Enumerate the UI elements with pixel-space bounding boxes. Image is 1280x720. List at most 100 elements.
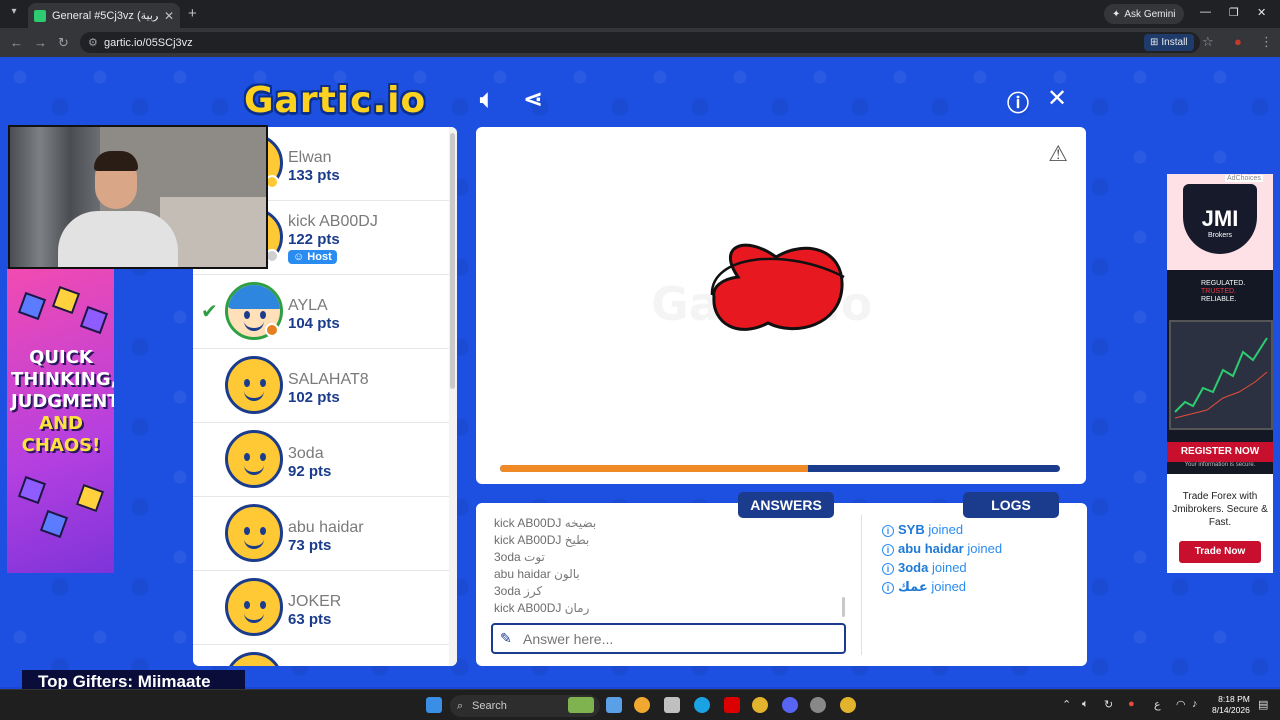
player-row[interactable]: ✔ AYLA 104 pts [193,275,449,349]
app-icon[interactable] [634,697,650,713]
speaker-tray-icon[interactable]: 🔈︎ [1082,698,1089,711]
gartic-favicon-icon [34,9,46,22]
back-icon[interactable]: ← [10,35,23,50]
tray-chevron-icon[interactable]: ⌃ [1062,698,1071,711]
trade-now-button[interactable]: Trade Now [1179,541,1261,563]
log-info-icon: i [882,544,894,556]
ask-gemini-label: Ask Gemini [1124,8,1176,20]
player-row[interactable]: JOKER 63 pts [193,571,449,645]
start-icon[interactable] [426,697,442,713]
ad-tile-icon [75,483,105,513]
install-app-button[interactable]: ⊞ Install [1144,34,1194,51]
player-avatar [225,356,283,414]
widgets-icon[interactable] [568,697,594,713]
browser-tab-bar: ▾ General #5Cj3vz (العربية) - Gartic ✕ +… [0,0,1280,28]
player-list-scroll-thumb[interactable] [450,133,455,389]
player-avatar [225,430,283,488]
drawing-strokes [710,243,845,331]
register-now-label: REGISTER NOW [1167,442,1273,462]
player-row[interactable]: SALAHAT8 102 pts [193,349,449,423]
player-avatar [225,652,283,666]
taskbar-clock[interactable]: 8:18 PM 8/14/2026 [1212,694,1250,716]
profile-avatar-icon[interactable]: ● [1234,34,1242,49]
jmi-logo: JMI Brokers [1183,184,1257,254]
log-item: i عمك joined [882,577,1082,596]
answer-input[interactable] [491,623,846,654]
adchoices-label[interactable]: AdChoices [1225,175,1263,182]
player-name: kick AB00DJ [288,213,378,230]
player-row-partial[interactable] [193,645,449,666]
answers-list: kick AB00DJ بضيخه kick AB00DJ بطيخ 3oda … [494,515,844,621]
chrome-active-icon[interactable] [840,697,856,713]
edge-icon[interactable] [694,697,710,713]
player-name: Elwan [288,149,332,166]
netflix-icon[interactable] [724,697,740,713]
task-view-icon[interactable] [606,697,622,713]
volume-icon[interactable]: ♪ [1192,698,1198,710]
right-ad-banner[interactable]: JMI Brokers REGULATED. TRUSTED. RELIABLE. R… [1167,174,1273,573]
tab-search-button[interactable]: ▾ [6,6,22,22]
ad-tile-icon [17,475,47,505]
notification-icon[interactable]: ▤ [1258,698,1268,711]
browser-tab[interactable]: General #5Cj3vz (العربية) - Gartic ✕ [28,3,180,28]
host-badge: ☺ Host [288,250,337,264]
store-icon[interactable] [664,697,680,713]
bookmark-star-icon[interactable]: ☆ [1202,34,1214,50]
log-item: i SYB joined [882,520,1082,539]
left-ad-text: QUICK THINKING, JUDGMENT AND CHAOS! [11,347,114,456]
answer-item: 3oda كرز [494,584,543,598]
player-name: SALAHAT8 [288,371,369,388]
search-icon: ⌕ [457,700,464,712]
browser-toolbar: ← → ↻ ⚙ gartic.io/05SCj3vz ☆ ● ⋮ [0,28,1280,57]
player-avatar [225,578,283,636]
install-icon: ⊞ [1150,37,1159,48]
browser-menu-icon[interactable]: ⋮ [1260,34,1273,50]
player-name: AYLA [288,297,328,314]
player-status-dot [265,323,279,337]
close-game-icon[interactable]: ✕ [1047,84,1067,113]
tab-title: General #5Cj3vz (العربية) - Gartic [52,10,158,22]
minimize-icon[interactable]: — [1200,6,1211,18]
wifi-icon[interactable]: ◠ [1176,698,1186,711]
ad-tile-icon [39,509,69,539]
site-info-icon[interactable]: ⚙ [88,36,98,49]
chrome-icon[interactable] [752,697,768,713]
github-icon[interactable] [810,697,826,713]
sound-icon[interactable]: 🔈︎ [480,86,494,114]
ad-tile-icon [79,305,109,335]
language-indicator[interactable]: ع [1154,698,1161,711]
log-info-icon: i [882,525,894,537]
log-info-icon: i [882,582,894,594]
player-points: 92 pts [288,463,332,480]
ask-gemini-button[interactable]: ✦ Ask Gemini [1104,4,1184,24]
pencil-icon: ✎ [500,630,512,646]
player-row[interactable]: 3oda 92 pts [193,423,449,497]
sync-tray-icon[interactable]: ↻ [1104,698,1113,711]
tab-logs[interactable]: LOGS [963,492,1059,518]
mic-tray-icon[interactable]: ● [1128,698,1135,710]
share-icon[interactable]: ⋖ [523,85,543,114]
answer-item: kick AB00DJ بضيخه [494,516,597,530]
laptop-chart-image [1169,320,1273,430]
reload-icon[interactable]: ↻ [58,35,69,51]
webcam-overlay [8,125,268,269]
new-tab-button[interactable]: + [188,5,197,22]
left-ad-banner[interactable]: QUICK THINKING, JUDGMENT AND CHAOS! [7,269,114,573]
answer-item: kick AB00DJ بطيخ [494,533,590,547]
forward-icon[interactable]: → [34,35,47,50]
info-icon[interactable]: ⓘ [1007,86,1029,118]
logs-list: i SYB joined i abu haidar joined i 3oda joi… [882,520,1082,596]
discord-icon[interactable] [782,697,798,713]
player-points: 122 pts [288,231,340,248]
close-window-icon[interactable]: ✕ [1257,6,1266,19]
tab-close-icon[interactable]: ✕ [164,9,174,23]
player-points: 104 pts [288,315,340,332]
answers-scroll-thumb[interactable] [842,597,845,617]
restore-icon[interactable]: ❐ [1229,6,1239,19]
player-row[interactable]: abu haidar 73 pts [193,497,449,571]
drawing-canvas[interactable]: ⚠ Gartic.io [476,127,1086,484]
answer-item: kick AB00DJ رمان [494,601,590,615]
address-bar[interactable]: ⚙ gartic.io/05SCj3vz [80,32,1200,53]
ad-promo-text: Trade Forex with Jmibrokers. Secure & Fa… [1172,491,1268,528]
player-list-scrollbar[interactable] [449,127,457,666]
